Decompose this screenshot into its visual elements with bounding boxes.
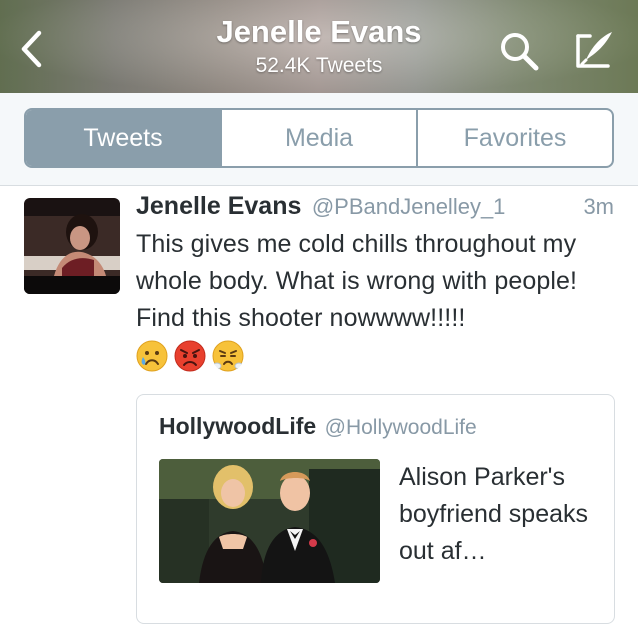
search-icon [501,33,539,71]
segmented-control: Tweets Media Favorites [24,108,614,168]
search-button[interactable] [496,28,544,74]
avatar[interactable] [24,198,120,294]
quoted-photo [159,459,380,583]
avatar-photo [24,198,120,294]
compose-button[interactable] [568,26,620,74]
quoted-author-name: HollywoodLife [159,413,317,439]
profile-header: Jenelle Evans 52.4K Tweets [0,0,638,93]
angry-face-icon [174,340,206,372]
tweet-timestamp: 3m [583,194,614,219]
tweet-author-name[interactable]: Jenelle Evans [136,192,301,220]
tweet-author-handle[interactable]: @PBandJenelley_1 [312,194,506,219]
quoted-tweet-image[interactable] [159,459,380,583]
quoted-tweet-card[interactable]: HollywoodLife @HollywoodLife Alison Park… [136,394,615,624]
tweet[interactable]: Jenelle Evans @PBandJenelley_1 3m This g… [0,186,638,624]
tab-tweets[interactable]: Tweets [26,110,220,166]
steaming-face-icon [212,340,244,372]
tab-favorites[interactable]: Favorites [416,110,612,166]
tweet-emoji-row [136,340,244,380]
tweet-header: Jenelle Evans @PBandJenelley_1 3m [136,192,614,226]
compose-icon [576,32,612,68]
crying-face-icon [136,340,168,372]
quoted-headline: Alison Parker's boyfriend speaks out af… [399,463,589,565]
quoted-author-handle: @HollywoodLife [324,416,477,439]
tweet-text: This gives me cold chills throughout my … [136,230,578,332]
tab-media[interactable]: Media [220,110,416,166]
quoted-tweet-header: HollywoodLife @HollywoodLife [159,413,477,440]
profile-tabs-bar: Tweets Media Favorites [0,93,638,186]
